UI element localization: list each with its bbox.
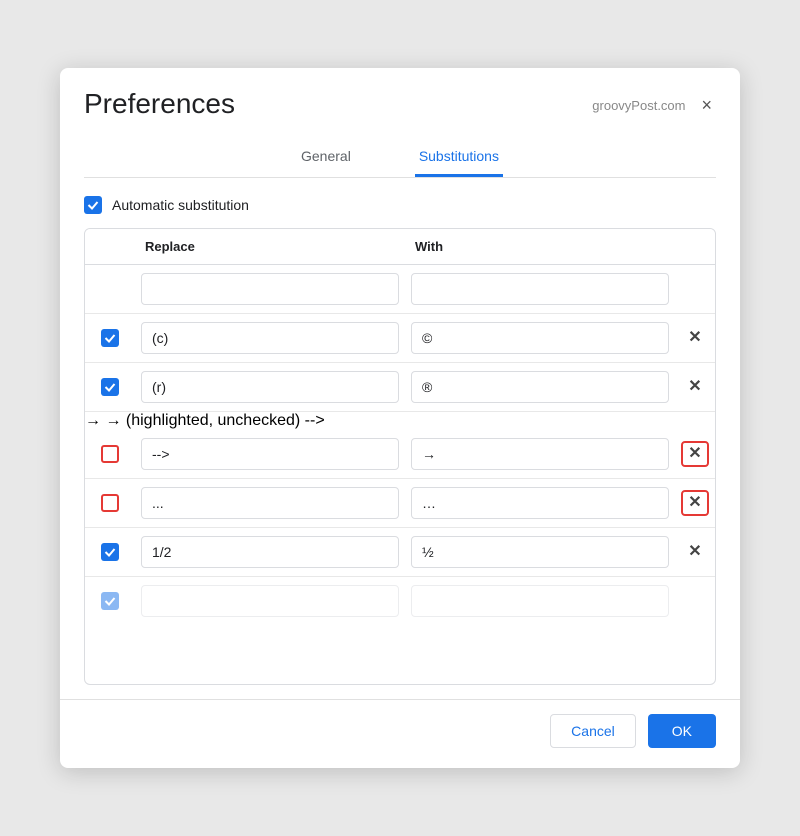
- arrow-checkbox[interactable]: [101, 445, 119, 463]
- header-right: groovyPost.com ×: [592, 94, 716, 116]
- substitutions-table: Replace With: [84, 228, 716, 685]
- new-entry-row: [85, 265, 715, 314]
- table-row: ✕: [85, 479, 715, 528]
- registered-delete-cell: ✕: [675, 375, 715, 399]
- table-row: ✕: [85, 430, 715, 479]
- table-row: ✕: [85, 363, 715, 412]
- ellipsis-checkbox[interactable]: [101, 494, 119, 512]
- dialog-header: Preferences groovyPost.com ×: [60, 68, 740, 120]
- col-header-checkbox: [85, 239, 135, 254]
- dialog-title: Preferences: [84, 88, 235, 120]
- ellipsis-with-input[interactable]: [411, 487, 669, 519]
- extra-checkbox[interactable]: [101, 592, 119, 610]
- half-checkbox-cell: [85, 543, 135, 561]
- auto-substitution-checkbox[interactable]: [84, 196, 102, 214]
- brand-text: groovyPost.com: [592, 98, 685, 113]
- col-header-replace: Replace: [135, 239, 405, 254]
- copyright-with-input[interactable]: [411, 322, 669, 354]
- content-area: Automatic substitution Replace With: [60, 178, 740, 695]
- table-row: [85, 577, 715, 625]
- registered-replace-input[interactable]: [141, 371, 399, 403]
- tab-general[interactable]: General: [297, 140, 355, 177]
- copyright-replace-input[interactable]: [141, 322, 399, 354]
- arrow-delete-cell: ✕: [675, 441, 715, 467]
- dialog-footer: Cancel OK: [60, 699, 740, 768]
- tabs: General Substitutions: [84, 128, 716, 178]
- registered-delete-button[interactable]: ✕: [682, 375, 707, 399]
- auto-substitution-label: Automatic substitution: [112, 197, 249, 213]
- ellipsis-delete-cell: ✕: [675, 490, 715, 516]
- half-with-input[interactable]: [411, 536, 669, 568]
- arrow-with-input[interactable]: [411, 438, 669, 470]
- half-checkbox[interactable]: [101, 543, 119, 561]
- new-replace-input[interactable]: [141, 273, 399, 305]
- extra-replace-input[interactable]: [141, 585, 399, 617]
- tab-substitutions[interactable]: Substitutions: [415, 140, 503, 177]
- extra-checkbox-cell: [85, 592, 135, 610]
- half-delete-cell: ✕: [675, 540, 715, 564]
- extra-with-input[interactable]: [411, 585, 669, 617]
- half-delete-button[interactable]: ✕: [682, 540, 707, 564]
- arrow-replace-input[interactable]: [141, 438, 399, 470]
- copyright-checkbox[interactable]: [101, 329, 119, 347]
- table-row: ✕: [85, 314, 715, 363]
- ellipsis-checkbox-cell: [85, 494, 135, 512]
- arrow-delete-button[interactable]: ✕: [681, 441, 708, 467]
- new-with-input[interactable]: [411, 273, 669, 305]
- table-body: ✕ ✕: [85, 265, 715, 684]
- half-replace-input[interactable]: [141, 536, 399, 568]
- auto-substitution-row: Automatic substitution: [84, 196, 716, 214]
- ellipsis-delete-button[interactable]: ✕: [681, 490, 708, 516]
- cancel-button[interactable]: Cancel: [550, 714, 636, 748]
- col-header-delete: [675, 239, 715, 254]
- ok-button[interactable]: OK: [648, 714, 716, 748]
- registered-checkbox-cell: [85, 378, 135, 396]
- copyright-delete-button[interactable]: ✕: [682, 326, 707, 350]
- copyright-delete-cell: ✕: [675, 326, 715, 350]
- arrow-checkbox-cell: [85, 445, 135, 463]
- registered-checkbox[interactable]: [101, 378, 119, 396]
- table-row: ✕: [85, 528, 715, 577]
- table-header: Replace With: [85, 229, 715, 265]
- preferences-dialog: Preferences groovyPost.com × General Sub…: [60, 68, 740, 768]
- ellipsis-replace-input[interactable]: [141, 487, 399, 519]
- registered-with-input[interactable]: [411, 371, 669, 403]
- col-header-with: With: [405, 239, 675, 254]
- copyright-checkbox-cell: [85, 329, 135, 347]
- close-button[interactable]: ×: [697, 94, 716, 116]
